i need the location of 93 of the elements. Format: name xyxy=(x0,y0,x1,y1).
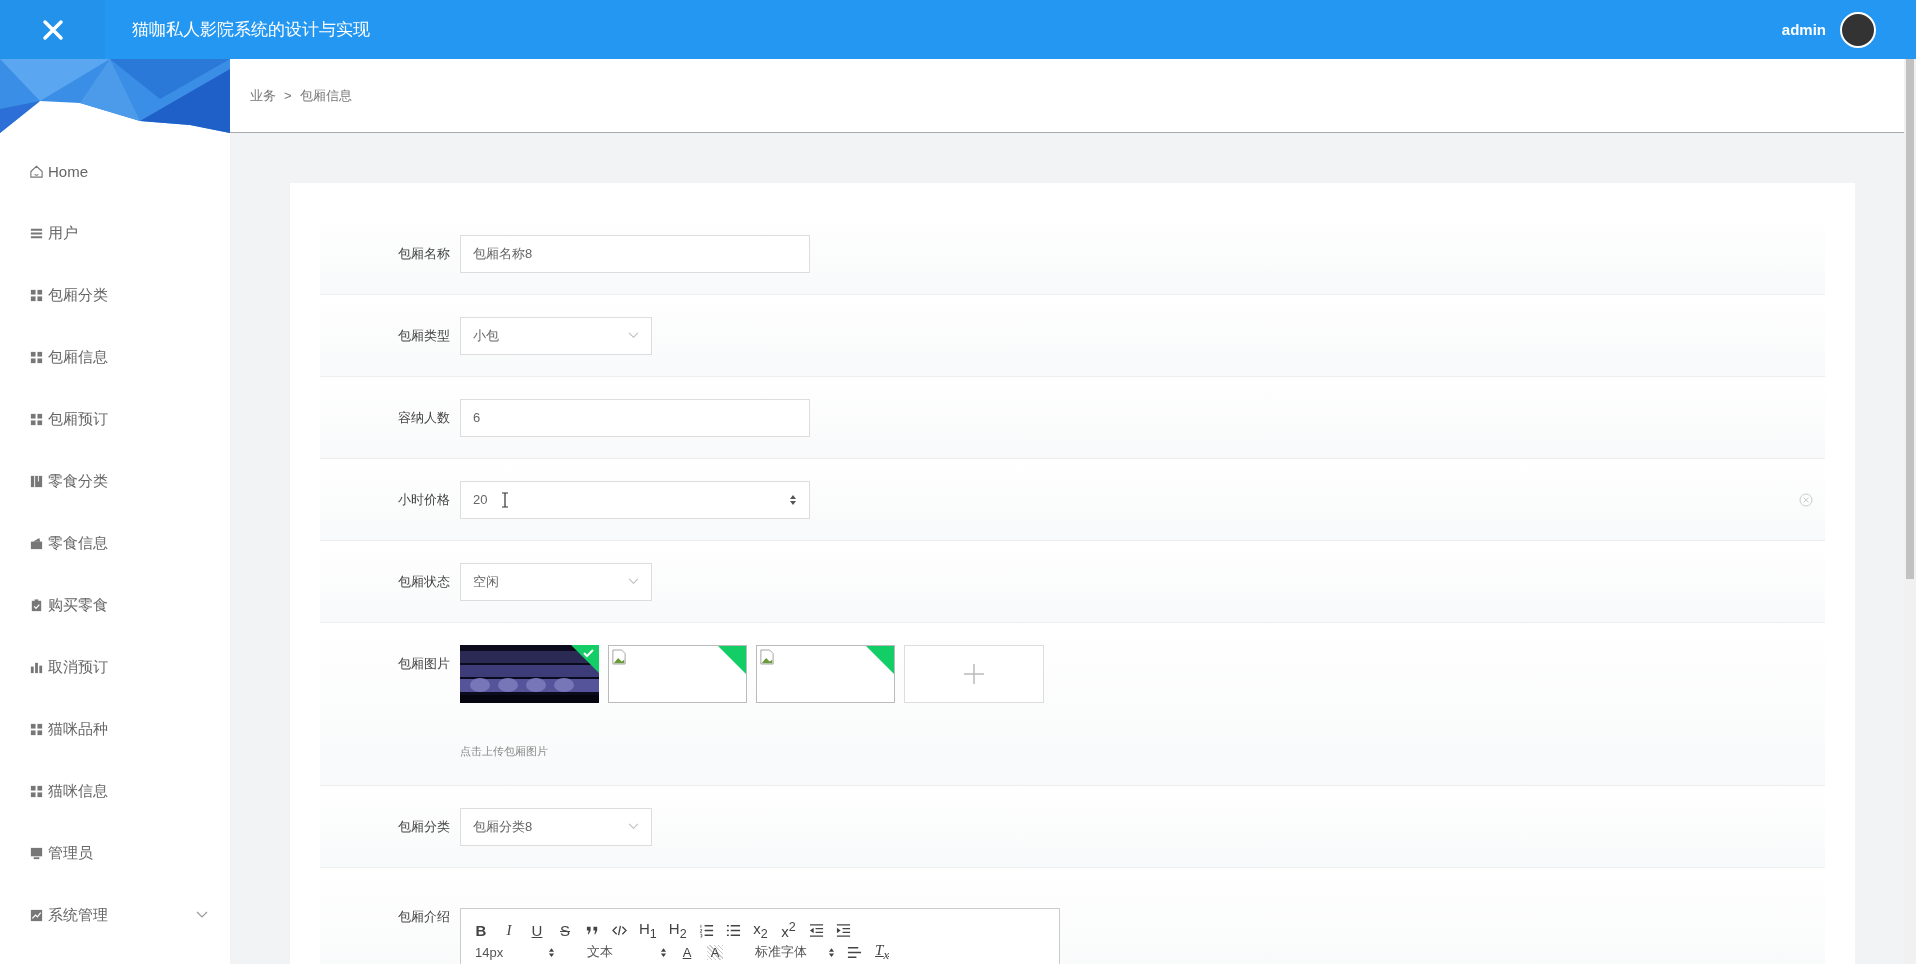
sidebar-item[interactable]: 包厢分类 xyxy=(0,264,230,326)
close-button[interactable] xyxy=(0,0,105,59)
field-label: 包厢名称 xyxy=(397,244,451,263)
bullet-list-icon[interactable] xyxy=(725,922,741,938)
sidebar-item[interactable]: 系统管理 xyxy=(0,884,230,946)
toolbar-select[interactable]: 14px xyxy=(475,944,555,960)
spinner-icon xyxy=(828,946,835,958)
breadcrumb-link[interactable]: 业务 xyxy=(250,86,276,105)
sidebar-label: 包厢分类 xyxy=(48,285,109,305)
format-button[interactable]: H$_{2}$ xyxy=(668,919,687,941)
broken-image-icon xyxy=(612,649,626,665)
sidebar-item[interactable]: 包厢预订 xyxy=(0,388,230,450)
sidebar-label: 管理员 xyxy=(48,843,94,863)
avatar[interactable] xyxy=(1840,11,1876,48)
chevron-icon xyxy=(628,332,639,339)
rich-text-editor[interactable]: B I U S H$_{1}$ H$_{2}$ x$_{2}$ x$^{2}$ 14px 文本 A A 标准字体 T$_{x}$ xyxy=(460,908,1060,964)
grid-icon xyxy=(29,721,44,737)
plus-icon xyxy=(962,662,986,686)
format-button[interactable]: H$_{1}$ xyxy=(639,919,657,941)
app-title: 猫咖私人影院系统的设计与实现 xyxy=(132,19,370,41)
scrollbar[interactable] xyxy=(1904,59,1916,964)
sidebar-label: 猫咪信息 xyxy=(48,781,109,801)
format-button[interactable]: x$_{2}$ xyxy=(752,919,769,941)
line-chart-icon xyxy=(29,907,44,923)
chevron-icon xyxy=(628,578,639,585)
grid-icon xyxy=(29,783,44,799)
text-field[interactable]: 包厢名称8 xyxy=(460,234,810,273)
field-label: 包厢分类 xyxy=(397,817,451,836)
number-field[interactable]: 20 xyxy=(460,480,810,519)
font-color-button[interactable]: A xyxy=(679,944,695,960)
spinner-icon xyxy=(548,946,555,958)
field-label: 小时价格 xyxy=(397,490,451,509)
monitor-icon xyxy=(29,845,44,861)
field-label: 包厢图片 xyxy=(397,655,451,673)
field-label: 包厢状态 xyxy=(397,572,451,591)
sidebar-label: 零食信息 xyxy=(48,533,109,553)
book-icon xyxy=(29,473,44,489)
sidebar-item[interactable]: 零食分类 xyxy=(0,450,230,512)
field-label: 包厢介绍 xyxy=(397,908,451,926)
select-field[interactable]: 空闲 xyxy=(460,562,652,601)
format-button[interactable]: x$^{2}$ xyxy=(780,920,797,940)
text-cursor-icon xyxy=(501,491,510,508)
ordered-list-icon[interactable] xyxy=(698,922,714,938)
sidebar-label: 零食分类 xyxy=(48,471,109,491)
toolbar-select[interactable]: 标准字体 xyxy=(755,943,835,961)
sidebar-label: 取消预订 xyxy=(48,657,109,677)
toolbar-select[interactable]: 文本 xyxy=(587,943,667,961)
sidebar-item[interactable]: 零食信息 xyxy=(0,512,230,574)
sidebar-label: 包厢信息 xyxy=(48,347,109,367)
sidebar-item[interactable]: 包厢信息 xyxy=(0,326,230,388)
sidebar-item[interactable]: 用户 xyxy=(0,202,230,264)
grid-icon xyxy=(29,287,44,303)
spinner-icon xyxy=(789,493,797,506)
sidebar-label: 用户 xyxy=(48,223,79,243)
align-icon[interactable] xyxy=(847,944,862,960)
sidebar-item[interactable]: 猫咪信息 xyxy=(0,760,230,822)
close-icon xyxy=(41,18,64,41)
format-button[interactable]: I xyxy=(501,921,517,939)
home-icon xyxy=(29,163,44,179)
breadcrumb-current: 包厢信息 xyxy=(299,86,352,105)
sidebar-item[interactable]: Home xyxy=(0,140,230,202)
clipboard-icon xyxy=(29,597,44,613)
chevron-icon xyxy=(628,823,639,830)
field-label: 容纳人数 xyxy=(397,408,451,427)
clear-format-button[interactable]: T$_{x}$ xyxy=(874,941,890,963)
broken-image-icon xyxy=(760,649,774,665)
sidebar-item[interactable]: 管理员 xyxy=(0,822,230,884)
sidebar-item[interactable]: 取消预订 xyxy=(0,636,230,698)
upload-hint: 点击上传包厢图片 xyxy=(460,744,549,759)
format-button[interactable]: B xyxy=(473,921,489,939)
select-field[interactable]: 包厢分类8 xyxy=(460,807,652,846)
sidebar-label: Home xyxy=(48,162,89,180)
format-button[interactable]: U xyxy=(529,921,545,939)
format-button[interactable]: S xyxy=(557,921,573,939)
image-thumbnail[interactable] xyxy=(756,645,895,703)
text-field[interactable]: 6 xyxy=(460,398,810,437)
indent-icon[interactable] xyxy=(835,922,851,938)
select-field[interactable]: 小包 xyxy=(460,316,652,355)
field-label: 包厢类型 xyxy=(397,326,451,345)
breadcrumb-separator: > xyxy=(284,88,292,103)
sidebar-label: 包厢预订 xyxy=(48,409,109,429)
image-thumbnail[interactable] xyxy=(608,645,747,703)
sidebar-label: 猫咪品种 xyxy=(48,719,109,739)
sidebar-item[interactable]: 购买零食 xyxy=(0,574,230,636)
sidebar-label: 系统管理 xyxy=(48,905,109,925)
sidebar-label: 购买零食 xyxy=(48,595,109,615)
sidebar-item[interactable]: 猫咪品种 xyxy=(0,698,230,760)
background-color-button[interactable]: A xyxy=(707,944,723,960)
grid-icon xyxy=(29,411,44,427)
grid-icon xyxy=(29,349,44,365)
spinner-icon xyxy=(660,946,667,958)
outdent-icon[interactable] xyxy=(808,922,824,938)
wallet-icon xyxy=(29,535,44,551)
